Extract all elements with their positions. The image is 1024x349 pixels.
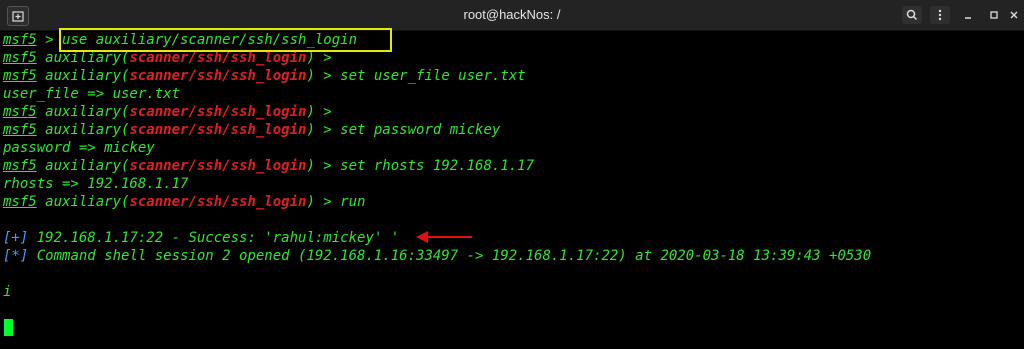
module-name: scanner/ssh/ssh_login [129, 158, 307, 174]
terminal-line: msf5 auxiliary(scanner/ssh/ssh_login) > … [3, 122, 501, 138]
prompt-label: msf5 [3, 68, 37, 84]
title-bar: root@hackNos: / [0, 0, 1024, 31]
module-name: scanner/ssh/ssh_login [129, 68, 307, 84]
prompt-label: msf5 [3, 32, 37, 48]
module-name: scanner/ssh/ssh_login [129, 50, 307, 66]
prompt-label: msf5 [3, 122, 37, 138]
red-arrow-icon [416, 231, 472, 243]
terminal-output[interactable]: msf5 > use auxiliary/scanner/ssh/ssh_log… [0, 31, 1024, 349]
maximize-button[interactable] [984, 6, 1004, 24]
minimize-button[interactable] [958, 6, 978, 24]
command-highlight-box [59, 28, 392, 52]
prompt-label: msf5 [3, 50, 37, 66]
module-name: scanner/ssh/ssh_login [129, 104, 307, 120]
minimize-icon [965, 17, 971, 19]
prompt-label: msf5 [3, 104, 37, 120]
close-icon [1010, 11, 1018, 19]
search-icon [906, 9, 918, 21]
terminal-line: msf5 auxiliary(scanner/ssh/ssh_login) > … [3, 158, 535, 174]
close-button[interactable] [1004, 6, 1024, 24]
info-marker: [*] [3, 248, 29, 264]
terminal-line: msf5 auxiliary(scanner/ssh/ssh_login) > … [3, 68, 526, 84]
prompt-label: msf5 [3, 158, 37, 174]
menu-button[interactable] [930, 6, 950, 24]
terminal-line: rhosts => 192.168.1.17 [3, 176, 189, 192]
terminal-line: i [3, 284, 12, 300]
terminal-line: user_file => user.txt [3, 86, 181, 102]
window-title: root@hackNos: / [463, 7, 561, 22]
module-name: scanner/ssh/ssh_login [129, 194, 307, 210]
terminal-cursor [4, 319, 13, 336]
success-marker: [+] [3, 230, 29, 246]
maximize-icon [990, 11, 998, 19]
terminal-line: password => mickey [3, 140, 155, 156]
success-line: [+] 192.168.1.17:22 - Success: 'rahul:mi… [3, 230, 400, 246]
prompt-label: msf5 [3, 194, 37, 210]
terminal-line: msf5 auxiliary(scanner/ssh/ssh_login) > [3, 104, 332, 120]
terminal-line: msf5 auxiliary(scanner/ssh/ssh_login) > … [3, 194, 366, 210]
search-button[interactable] [902, 6, 922, 24]
module-name: scanner/ssh/ssh_login [129, 122, 307, 138]
session-line: [*] Command shell session 2 opened (192.… [3, 248, 872, 264]
kebab-menu-icon [938, 9, 942, 21]
